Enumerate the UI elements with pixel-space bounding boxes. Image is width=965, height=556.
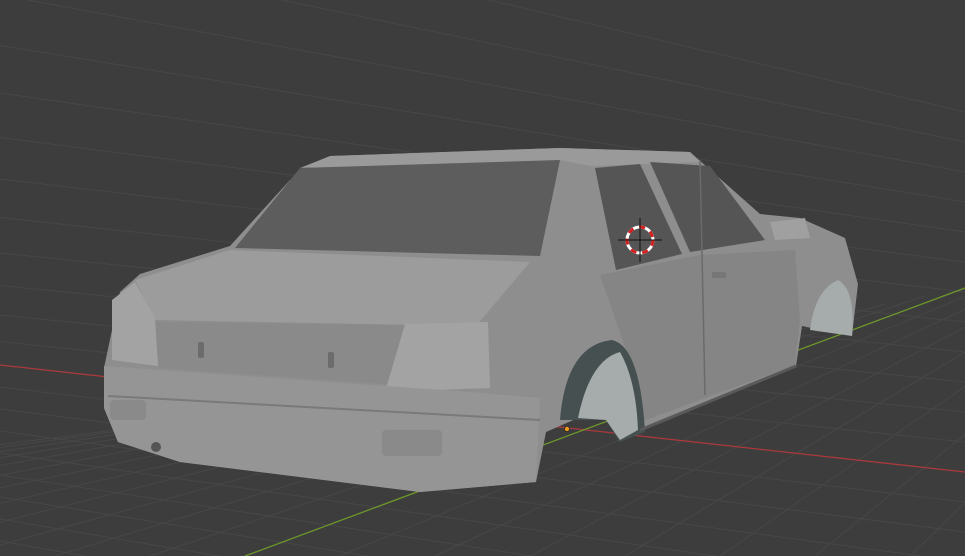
3d-viewport[interactable] <box>0 0 965 556</box>
grid-line <box>488 0 965 113</box>
trunk-lid <box>135 250 530 326</box>
grid-line <box>0 496 368 556</box>
car-body-model[interactable] <box>104 148 858 492</box>
grid-line <box>281 0 965 143</box>
object-origin-icon[interactable] <box>564 426 570 432</box>
grid-line <box>27 0 965 173</box>
grid-line <box>719 386 965 556</box>
grid-line <box>814 434 965 556</box>
grid-line <box>909 502 965 556</box>
viewport-scene <box>0 0 965 556</box>
grid-line <box>0 518 220 556</box>
grid-line <box>0 540 85 556</box>
